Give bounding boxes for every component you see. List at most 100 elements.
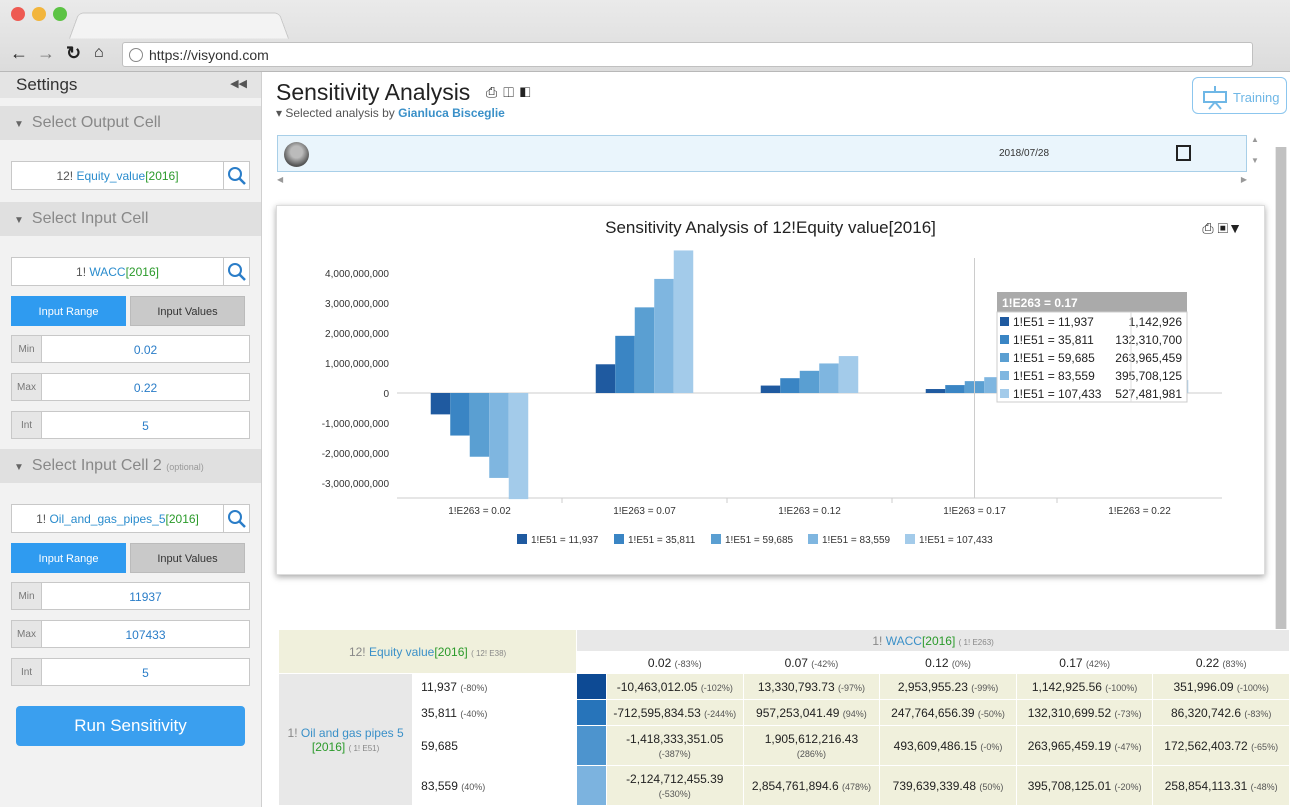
max-field-2[interactable]: Max 107433	[11, 620, 250, 648]
table-cell[interactable]: 351,996.09 (-100%)	[1152, 673, 1290, 700]
browser-tab[interactable]	[69, 12, 289, 39]
bar	[489, 393, 509, 478]
table-cell[interactable]: 86,320,742.6 (-83%)	[1152, 699, 1290, 726]
table-cell[interactable]: 132,310,699.52 (-73%)	[1015, 699, 1154, 726]
cell-value: 493,609,486.15	[893, 738, 978, 753]
input-cell-field[interactable]: 1! WACC[2016]	[11, 257, 250, 286]
scroll-up-icon[interactable]: ▲	[1251, 135, 1261, 144]
table-cell[interactable]: 258,854,113.31 (-48%)	[1152, 765, 1290, 806]
cell-percent: (-48%)	[1250, 781, 1278, 792]
cell-value: 395,708,125.01	[1027, 778, 1112, 793]
input2-section-label: Select Input Cell 2	[31, 457, 162, 474]
y-tick-label: 1,000,000,000	[325, 359, 389, 370]
analysis-subtitle[interactable]: ▾ Selected analysis by Gianluca Biscegli…	[276, 106, 505, 120]
x-tick-label: 1!E263 = 0.07	[613, 506, 676, 517]
scroll-left-icon[interactable]: ◀	[277, 175, 283, 184]
run-sensitivity-button[interactable]: Run Sensitivity	[16, 706, 245, 746]
horizontal-scrollbar[interactable]: ◀ ▶	[277, 175, 1247, 187]
table-cell[interactable]: 2,953,955.23 (-99%)	[879, 673, 1017, 700]
close-window-button[interactable]	[11, 7, 25, 21]
training-button[interactable]: Training	[1192, 77, 1287, 114]
max-field[interactable]: Max 0.22	[11, 373, 250, 401]
bar	[945, 385, 965, 393]
search-icon[interactable]	[223, 162, 249, 189]
bar	[925, 389, 946, 393]
collapse-sidebar-icon[interactable]: ◀◀	[230, 77, 247, 90]
cell-percent: (-100%)	[1236, 682, 1269, 693]
search-icon[interactable]	[223, 505, 249, 532]
input-cell-2-section[interactable]: ▼ Select Input Cell 2 (optional)	[0, 449, 261, 483]
input-cell-2-field[interactable]: 1! Oil_and_gas_pipes_5[2016]	[11, 504, 250, 533]
cell-percent: (-0%)	[980, 741, 1003, 752]
table-cell[interactable]: 172,562,403.72 (-65%)	[1152, 725, 1290, 766]
input-values-button-2[interactable]: Input Values	[130, 543, 245, 573]
bar	[838, 356, 859, 393]
layout-icon[interactable]: ◧	[520, 84, 537, 100]
input-range-button-2[interactable]: Input Range	[11, 543, 126, 573]
table-cell[interactable]: 1,142,925.56 (-100%)	[1015, 673, 1154, 700]
scroll-right-icon[interactable]: ▶	[1241, 175, 1247, 184]
input-range-button[interactable]: Input Range	[11, 296, 126, 326]
input-values-button[interactable]: Input Values	[130, 296, 245, 326]
table-cell[interactable]: 13,330,793.73 (-97%)	[742, 673, 881, 700]
min-field[interactable]: Min 0.02	[11, 335, 250, 363]
analysis-date: 2018/07/28	[999, 148, 1050, 159]
table-cell[interactable]: 247,764,656.39 (-50%)	[879, 699, 1017, 726]
back-icon[interactable]: ←	[10, 44, 28, 62]
min-field-2[interactable]: Min 11937	[11, 582, 250, 610]
tooltip-label: 1!E51 = 11,937	[1013, 315, 1094, 329]
save-icon[interactable]	[1176, 145, 1191, 161]
row-header-ref: ( 1! E51)	[348, 743, 380, 753]
bar	[450, 393, 470, 436]
table-row: 1! Oil and gas pipes 5 [2016] ( 1! E51) 1…	[277, 673, 1290, 806]
legend-label: 1!E51 = 107,433	[919, 535, 993, 546]
col-percent: (-83%)	[674, 658, 702, 669]
int-label: Int	[12, 412, 42, 438]
output-cell-field[interactable]: 12! Equity_value[2016]	[11, 161, 250, 190]
int-value: 5	[142, 666, 149, 680]
table-cell[interactable]: -712,595,834.53 (-244%)	[605, 699, 744, 726]
globe-icon	[129, 48, 143, 62]
search-icon[interactable]	[223, 258, 249, 285]
table-cell[interactable]: -10,463,012.05 (-102%)	[605, 673, 744, 700]
col-header-bracket: [2016]	[921, 633, 956, 648]
export-icon[interactable]: ◫	[503, 84, 520, 100]
row-color-swatch	[576, 699, 607, 726]
table-cell[interactable]: 2,854,761,894.6 (478%)	[742, 765, 881, 806]
analysis-list-row[interactable]: 2018/07/28	[277, 135, 1247, 172]
table-cell[interactable]: -2,124,712,455.39 (-530%)	[605, 765, 744, 806]
corner-prefix: 12!	[348, 644, 366, 659]
int-field[interactable]: Int 5	[11, 411, 250, 439]
row-header-prefix: 1!	[287, 725, 298, 740]
print-icon[interactable]: ⎙	[486, 84, 503, 100]
reload-icon[interactable]: ↻	[66, 44, 81, 62]
x-tick-label: 1!E263 = 0.12	[778, 506, 841, 517]
cell-percent: (-65%)	[1251, 741, 1279, 752]
output-cell-section[interactable]: ▼ Select Output Cell	[0, 106, 261, 140]
minimize-window-button[interactable]	[32, 7, 46, 21]
avatar	[284, 142, 309, 167]
forward-icon[interactable]: →	[37, 44, 55, 62]
author-link[interactable]: Gianluca Bisceglie	[398, 106, 505, 120]
input-cell-section[interactable]: ▼ Select Input Cell	[0, 202, 261, 236]
bar	[780, 378, 800, 393]
home-icon[interactable]: ⌂	[94, 44, 104, 62]
maximize-window-button[interactable]	[53, 7, 67, 21]
int-field-2[interactable]: Int 5	[11, 658, 250, 686]
address-bar[interactable]: https://visyond.com	[122, 42, 1253, 67]
main-content: Sensitivity Analysis ⎙◫◧ ▾ Selected anal…	[263, 72, 1290, 807]
row-value-text: 35,811	[421, 705, 457, 720]
table-cell[interactable]: 493,609,486.15 (-0%)	[879, 725, 1017, 766]
table-cell[interactable]: 1,905,612,216.43 (286%)	[742, 725, 881, 766]
cell-percent: (286%)	[796, 748, 826, 759]
col-percent: (-42%)	[811, 658, 839, 669]
table-cell[interactable]: 957,253,041.49 (94%)	[742, 699, 881, 726]
table-cell[interactable]: 395,708,125.01 (-20%)	[1015, 765, 1154, 806]
scroll-down-icon[interactable]: ▼	[1251, 156, 1261, 165]
table-cell[interactable]: 263,965,459.19 (-47%)	[1015, 725, 1154, 766]
cell-percent: (-47%)	[1114, 741, 1142, 752]
list-scrollbar[interactable]: ▲ ▼	[1251, 135, 1261, 172]
tooltip-swatch	[1000, 371, 1009, 380]
table-cell[interactable]: -1,418,333,351.05 (-387%)	[605, 725, 744, 766]
table-cell[interactable]: 739,639,339.48 (50%)	[879, 765, 1017, 806]
